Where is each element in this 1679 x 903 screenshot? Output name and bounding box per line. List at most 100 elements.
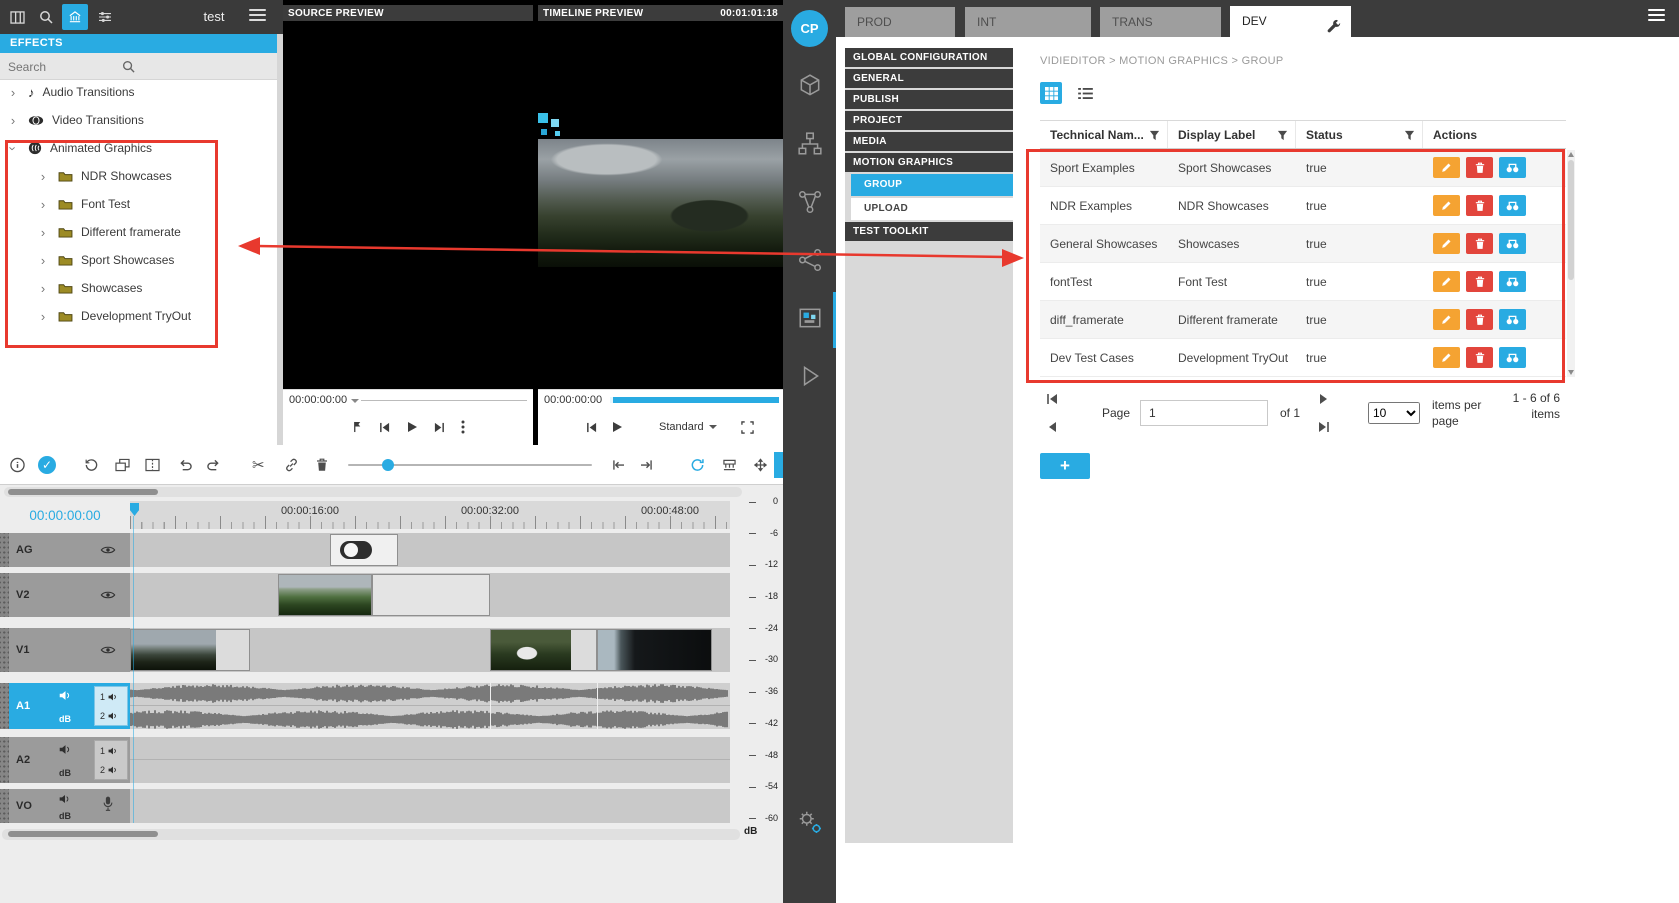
quality-dropdown[interactable]: Standard	[659, 421, 717, 433]
track-a2-content[interactable]	[130, 737, 730, 783]
jump-to-start-icon[interactable]	[612, 459, 625, 470]
tab-prod[interactable]: PROD	[845, 7, 955, 37]
table-row[interactable]: fontTest Font Test true	[1040, 263, 1566, 301]
drag-handle[interactable]	[0, 737, 9, 783]
timeline-ruler[interactable]: 00:00:16:00 00:00:32:00 00:00:48:00	[130, 501, 730, 529]
scissors-icon[interactable]: ✂	[252, 456, 265, 474]
cube-icon[interactable]	[796, 72, 824, 100]
video-clip[interactable]	[597, 629, 712, 671]
edit-button[interactable]	[1433, 347, 1460, 368]
edit-button[interactable]	[1433, 271, 1460, 292]
filter-icon[interactable]	[1404, 130, 1415, 144]
drag-handle[interactable]	[0, 573, 9, 617]
nav-test-toolkit[interactable]: TEST TOOLKIT	[845, 222, 1013, 241]
history-icon[interactable]	[84, 457, 99, 472]
preview-button[interactable]	[1499, 233, 1526, 254]
unlink-icon[interactable]	[284, 457, 299, 472]
tab-dev[interactable]: DEV	[1230, 6, 1351, 37]
video-clip[interactable]	[490, 629, 597, 671]
edit-button[interactable]	[1433, 157, 1460, 178]
video-clip[interactable]	[372, 574, 490, 616]
tree-item-ndr-showcases[interactable]: › NDR Showcases	[0, 162, 277, 190]
snap-tool-icon[interactable]	[754, 458, 767, 471]
zoom-slider[interactable]	[348, 464, 592, 466]
track-ag-header[interactable]: AG	[0, 533, 130, 567]
list-view-button[interactable]	[1074, 82, 1096, 104]
zoom-slider-handle[interactable]	[382, 459, 394, 471]
fullscreen-icon[interactable]	[741, 421, 754, 434]
delete-button[interactable]	[1466, 157, 1493, 178]
subtrack-1[interactable]: 1	[100, 692, 127, 702]
animated-graphic-clip[interactable]	[330, 534, 398, 566]
nav-motion-graphics[interactable]: MOTION GRAPHICS	[845, 153, 1013, 172]
jump-to-end-icon[interactable]	[640, 459, 653, 470]
filter-icon[interactable]	[1149, 130, 1160, 144]
chevron-right-icon[interactable]: ›	[8, 85, 18, 100]
preview-button[interactable]	[1499, 347, 1526, 368]
track-a2-header[interactable]: A2 dB 1 2	[0, 737, 130, 783]
nav-project[interactable]: PROJECT	[845, 111, 1013, 130]
drag-handle[interactable]	[0, 533, 9, 567]
nav-global-configuration[interactable]: GLOBAL CONFIGURATION	[845, 48, 1013, 67]
skip-back-icon[interactable]	[586, 422, 597, 433]
redo-icon[interactable]	[206, 458, 221, 471]
nav-general[interactable]: GENERAL	[845, 69, 1013, 88]
preview-button[interactable]	[1499, 271, 1526, 292]
editor-menu-icon[interactable]	[249, 9, 266, 21]
column-status[interactable]: Status	[1296, 121, 1423, 148]
speaker-icon[interactable]	[59, 688, 72, 706]
search-icon[interactable]	[122, 60, 135, 78]
timeline-horizontal-scrollbar[interactable]	[2, 829, 740, 840]
preview-button[interactable]	[1499, 195, 1526, 216]
motion-graphics-icon[interactable]	[796, 304, 824, 332]
chevron-right-icon[interactable]: ›	[38, 225, 48, 240]
play-module-icon[interactable]	[796, 362, 824, 390]
settings-gears-icon[interactable]	[796, 808, 824, 836]
tree-item-showcases[interactable]: › Showcases	[0, 274, 277, 302]
delete-button[interactable]	[1466, 347, 1493, 368]
preview-button[interactable]	[1499, 157, 1526, 178]
subtrack-2[interactable]: 2	[100, 711, 127, 721]
track-a1-content[interactable]	[130, 683, 730, 729]
add-group-button[interactable]: +	[1040, 453, 1090, 479]
eye-icon[interactable]	[100, 545, 116, 555]
insert-clip-icon[interactable]	[115, 458, 130, 471]
tree-item-animated-graphics[interactable]: › Animated Graphics	[0, 134, 277, 162]
track-v1-header[interactable]: V1	[0, 628, 130, 672]
track-vo-content[interactable]	[130, 789, 730, 823]
source-seek-bar[interactable]	[361, 400, 527, 401]
timeline-seek-bar[interactable]	[610, 397, 779, 403]
delete-button[interactable]	[1466, 195, 1493, 216]
chevron-down-icon[interactable]: ›	[6, 143, 21, 153]
more-options-icon[interactable]	[461, 420, 465, 434]
play-icon[interactable]	[406, 421, 418, 433]
skip-back-icon[interactable]	[379, 422, 390, 433]
filter-icon[interactable]	[1277, 130, 1288, 144]
speaker-icon[interactable]	[59, 742, 72, 760]
timecode-dropdown-icon[interactable]	[351, 399, 359, 403]
table-row[interactable]: Sport Examples Sport Showcases true	[1040, 149, 1566, 187]
chevron-right-icon[interactable]: ›	[38, 309, 48, 324]
chevron-right-icon[interactable]: ›	[38, 197, 48, 212]
track-vo-header[interactable]: VO dB	[0, 789, 130, 823]
asset-library-icon[interactable]	[62, 4, 88, 30]
fit-timeline-button[interactable]	[774, 452, 783, 478]
tab-int[interactable]: INT	[965, 7, 1091, 37]
chevron-right-icon[interactable]: ›	[38, 253, 48, 268]
page-size-select[interactable]: 10	[1368, 402, 1420, 424]
timeline-zoom-scrollbar[interactable]	[4, 487, 742, 497]
drag-handle[interactable]	[0, 789, 9, 823]
search-input[interactable]	[8, 57, 120, 76]
table-row[interactable]: diff_framerate Different framerate true	[1040, 301, 1566, 339]
edit-button[interactable]	[1433, 233, 1460, 254]
panel-layout-icon[interactable]	[4, 4, 30, 30]
tree-item-different-framerate[interactable]: › Different framerate	[0, 218, 277, 246]
previous-page-button[interactable]	[1046, 421, 1058, 433]
info-icon[interactable]	[10, 457, 25, 472]
split-view-icon[interactable]	[145, 458, 160, 471]
page-number-input[interactable]	[1140, 400, 1268, 426]
microphone-icon[interactable]	[102, 796, 114, 817]
play-icon[interactable]	[611, 421, 623, 433]
tree-item-font-test[interactable]: › Font Test	[0, 190, 277, 218]
source-preview-video[interactable]	[283, 21, 533, 389]
